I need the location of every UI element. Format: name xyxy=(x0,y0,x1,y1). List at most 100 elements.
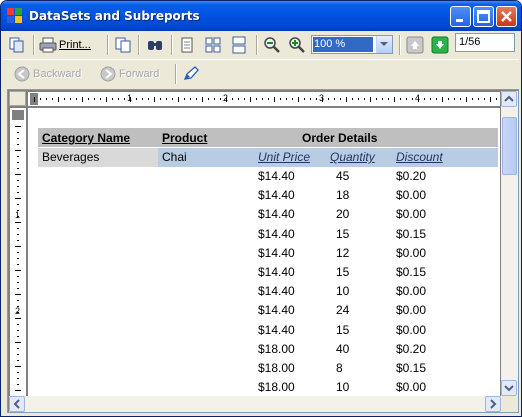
ruler-tick xyxy=(15,366,21,367)
ruler-tick xyxy=(17,258,19,259)
ruler-tick xyxy=(148,98,149,100)
ruler-tick xyxy=(418,97,419,102)
multi-page-button[interactable] xyxy=(204,34,222,56)
ruler-tick xyxy=(17,156,19,157)
quantity-cell: 45 xyxy=(336,169,350,183)
zoom-select[interactable]: 100 % xyxy=(311,35,393,54)
title-bar[interactable]: DataSets and Subreports xyxy=(1,1,521,31)
ruler-tick xyxy=(346,97,347,102)
close-icon xyxy=(501,11,512,22)
backward-button[interactable]: Backward xyxy=(13,63,81,85)
page-number-field[interactable]: 1/56 xyxy=(455,33,515,52)
scroll-left-button[interactable] xyxy=(9,396,25,412)
ruler-tick xyxy=(316,98,317,100)
quantity-cell: 10 xyxy=(336,284,350,298)
discount-cell: $0.15 xyxy=(396,227,427,241)
discount-cell: $0.20 xyxy=(396,342,427,356)
scroll-down-button[interactable] xyxy=(501,380,517,396)
ruler-tick xyxy=(196,98,197,100)
page-down-button[interactable] xyxy=(431,34,449,56)
discount-cell: $0.15 xyxy=(396,265,427,279)
quantity-cell: 12 xyxy=(336,246,350,260)
ruler-tick xyxy=(376,98,377,100)
ruler-tick xyxy=(430,98,431,100)
continuous-button[interactable] xyxy=(230,34,248,56)
back-arrow-icon xyxy=(14,66,30,82)
app-icon[interactable] xyxy=(7,8,23,24)
ruler-tick xyxy=(454,98,455,100)
ruler-tick xyxy=(17,312,19,313)
page-up-button[interactable] xyxy=(406,34,424,56)
ruler-tick xyxy=(484,98,485,100)
ruler-tick xyxy=(15,198,21,199)
zoom-out-button[interactable] xyxy=(263,34,281,56)
ruler-tick xyxy=(17,300,19,301)
ruler-tick xyxy=(136,98,137,100)
discount-cell: $0.00 xyxy=(396,246,427,260)
minimize-button[interactable] xyxy=(450,6,471,27)
discount-cell: $0.00 xyxy=(396,284,427,298)
copy-button[interactable] xyxy=(8,34,26,56)
find-button[interactable] xyxy=(146,34,164,56)
ruler-tick xyxy=(460,98,461,100)
ruler-tick xyxy=(214,98,215,100)
product-row-band xyxy=(158,148,498,167)
ruler-tick xyxy=(17,234,19,235)
main-toolbar: Print... xyxy=(3,31,519,59)
unit-price-cell: $14.40 xyxy=(258,227,295,241)
ruler-tick xyxy=(274,97,275,102)
ruler-tick xyxy=(17,282,19,283)
ruler-tick xyxy=(412,98,413,100)
report-preview[interactable]: 1 2 3 4 1 2 Category Name Product Order … xyxy=(7,89,519,413)
size-grip[interactable] xyxy=(501,396,518,412)
scroll-up-button[interactable] xyxy=(501,91,517,107)
chevron-down-icon xyxy=(380,42,388,46)
unit-price-cell: $14.40 xyxy=(258,207,295,221)
print-button[interactable]: Print... xyxy=(39,34,91,56)
ruler-tick xyxy=(406,98,407,100)
discount-cell: $0.20 xyxy=(396,169,427,183)
ruler-tick xyxy=(322,97,323,102)
ruler-tick xyxy=(34,97,35,102)
ruler-tick xyxy=(40,98,41,100)
ruler-tick xyxy=(328,98,329,100)
ruler-tick xyxy=(226,97,227,102)
pages-button[interactable] xyxy=(114,34,132,56)
forward-button[interactable]: Forward xyxy=(99,63,159,85)
unit-price-cell: $18.00 xyxy=(258,342,295,356)
ruler-tick xyxy=(17,330,19,331)
ruler-tick xyxy=(130,97,131,102)
edit-button[interactable] xyxy=(182,63,200,85)
unit-price-cell: $18.00 xyxy=(258,380,295,394)
single-page-button[interactable] xyxy=(178,34,196,56)
ruler-tick xyxy=(17,288,19,289)
ruler-tick xyxy=(310,98,311,100)
vertical-scrollbar[interactable] xyxy=(501,91,518,396)
discount-cell: $0.00 xyxy=(396,207,427,221)
ruler-tick xyxy=(220,98,221,100)
ruler-tick xyxy=(142,98,143,100)
ruler-tick xyxy=(17,336,19,337)
ruler-tick xyxy=(388,98,389,100)
ruler-tick xyxy=(15,390,21,391)
ruler-tick xyxy=(172,98,173,100)
vertical-scroll-thumb[interactable] xyxy=(502,117,517,175)
unit-price-cell: $18.00 xyxy=(258,361,295,375)
ruler-tick xyxy=(17,384,19,385)
ruler-tick xyxy=(15,150,21,151)
ruler-tick xyxy=(250,97,251,102)
close-button[interactable] xyxy=(496,6,517,27)
horizontal-scrollbar[interactable] xyxy=(9,396,501,412)
zoom-dropdown-button[interactable] xyxy=(376,36,392,53)
print-label: Print... xyxy=(59,39,91,51)
quantity-cell: 10 xyxy=(336,380,350,394)
zoom-in-button[interactable] xyxy=(288,34,306,56)
maximize-button[interactable] xyxy=(473,6,494,27)
unit-price-cell: $14.40 xyxy=(258,303,295,317)
unit-price-cell: $14.40 xyxy=(258,246,295,260)
ruler-margin-marker[interactable] xyxy=(12,110,24,120)
ruler-tick xyxy=(17,378,19,379)
quantity-cell: 15 xyxy=(336,323,350,337)
scroll-right-button[interactable] xyxy=(485,396,501,412)
ruler-tick xyxy=(292,98,293,100)
